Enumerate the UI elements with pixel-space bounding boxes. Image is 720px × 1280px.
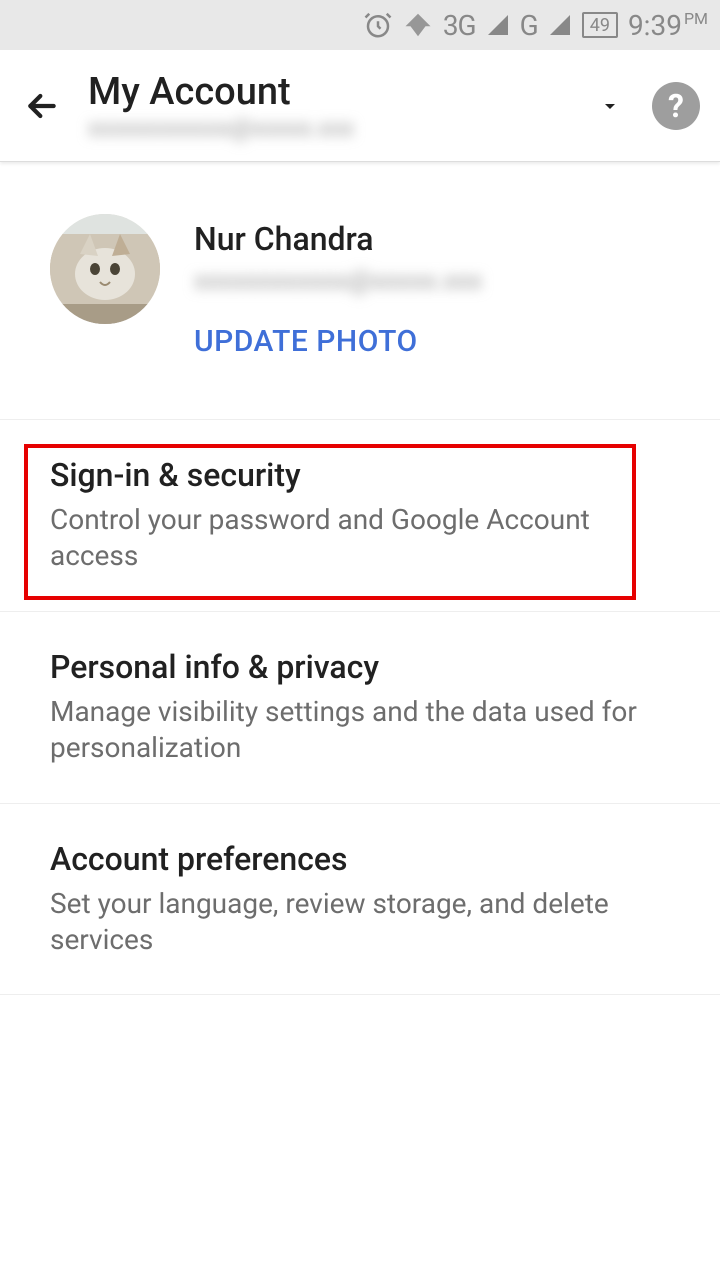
app-bar: My Account xxxxxxxxxxxx@xxxxx.xxx ?	[0, 50, 720, 162]
section-heading: Sign-in & security	[50, 456, 670, 494]
section-account-preferences[interactable]: Account preferences Set your language, r…	[0, 804, 720, 996]
help-icon: ?	[668, 87, 684, 125]
page-title: My Account	[88, 70, 568, 114]
network-1-label: 3G	[443, 9, 476, 42]
clock-time: 9:39PM	[628, 9, 708, 42]
section-desc: Control your password and Google Account…	[50, 502, 670, 575]
back-button[interactable]	[20, 84, 64, 128]
section-sign-in-security[interactable]: Sign-in & security Control your password…	[0, 420, 720, 612]
section-personal-info-privacy[interactable]: Personal info & privacy Manage visibilit…	[0, 612, 720, 804]
profile-email-obscured: xxxxxxxxxxxx@xxxxx.xxx	[194, 266, 482, 296]
section-desc: Manage visibility settings and the data …	[50, 694, 670, 767]
section-desc: Set your language, review storage, and d…	[50, 886, 670, 959]
section-heading: Account preferences	[50, 840, 670, 878]
section-heading: Personal info & privacy	[50, 648, 670, 686]
status-bar: 3G G 49 9:39PM	[0, 0, 720, 50]
account-dropdown[interactable]	[592, 88, 628, 124]
avatar[interactable]	[50, 214, 160, 324]
battery-indicator: 49	[582, 12, 618, 38]
profile-section: Nur Chandra xxxxxxxxxxxx@xxxxx.xxx UPDAT…	[0, 162, 720, 399]
profile-name: Nur Chandra	[194, 220, 482, 258]
update-photo-button[interactable]: UPDATE PHOTO	[194, 324, 482, 359]
wifi-icon	[403, 10, 433, 40]
settings-list: Sign-in & security Control your password…	[0, 419, 720, 995]
signal-2-icon	[548, 13, 572, 37]
signal-1-icon	[486, 13, 510, 37]
network-2-label: G	[520, 9, 538, 42]
alarm-icon	[363, 10, 393, 40]
help-button[interactable]: ?	[652, 82, 700, 130]
account-email-obscured: xxxxxxxxxxxx@xxxxx.xxx	[88, 114, 568, 142]
